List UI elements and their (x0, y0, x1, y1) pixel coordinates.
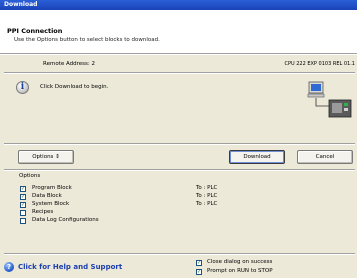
close-dialog-label: Close dialog on success (207, 259, 273, 265)
separator (4, 143, 355, 145)
pc-to-plc-icon (307, 81, 352, 118)
connection-row: Remote Address: 2 CPU 222 EXP 0103 REL 0… (0, 58, 357, 70)
info-message: Click Download to begin. (40, 84, 109, 90)
close-dialog-option[interactable]: ✓ Close dialog on success (196, 259, 356, 267)
help-and-support-link[interactable]: Click for Help and Support (18, 263, 122, 271)
option-label: Recipes (32, 209, 54, 215)
separator (4, 72, 355, 74)
options-section-title: Options (19, 173, 41, 179)
dialog-header: PPI Connection Use the Options button to… (0, 10, 357, 54)
title-bar: Download (0, 0, 357, 10)
option-target: To : PLC (196, 193, 218, 199)
option-label: Data Log Configurations (32, 217, 99, 223)
system-block-checkbox[interactable]: ✓ (20, 202, 26, 208)
option-target: To : PLC (196, 201, 218, 207)
help-icon[interactable]: ? (4, 262, 14, 272)
close-dialog-checkbox[interactable]: ✓ (196, 260, 202, 266)
window-title: Download (4, 1, 38, 8)
separator (4, 169, 355, 171)
separator (4, 253, 355, 255)
prompt-stop-label: Prompt on RUN to STOP (207, 268, 273, 274)
option-label: System Block (32, 201, 70, 207)
prompt-stop-checkbox[interactable]: ✓ (196, 269, 202, 275)
remote-address-label: Remote Address: 2 (43, 61, 95, 67)
cpu-info-label: CPU 222 EXP 0103 REL 01.1 (284, 61, 355, 67)
header-subtitle: Use the Options button to select blocks … (14, 37, 160, 43)
option-target: To : PLC (196, 185, 218, 191)
cancel-button[interactable]: Cancel (297, 150, 353, 164)
data-log-configurations-checkbox[interactable] (20, 218, 26, 224)
download-button[interactable]: Download (229, 150, 285, 164)
options-button[interactable]: Options ⇕ (18, 150, 74, 164)
option-recipes[interactable]: Recipes (20, 209, 220, 217)
prompt-stop-option[interactable]: ✓ Prompt on RUN to STOP (196, 268, 356, 276)
header-title: PPI Connection (7, 27, 63, 35)
option-program-block[interactable]: ✓ Program Block To : PLC (20, 185, 220, 193)
option-data-log-configurations[interactable]: Data Log Configurations (20, 217, 220, 225)
options-button-label: Options (32, 154, 54, 160)
program-block-checkbox[interactable]: ✓ (20, 186, 26, 192)
data-block-checkbox[interactable]: ✓ (20, 194, 26, 200)
info-icon: i (16, 81, 29, 94)
option-system-block[interactable]: ✓ System Block To : PLC (20, 201, 220, 209)
option-label: Program Block (32, 185, 72, 191)
recipes-checkbox[interactable] (20, 210, 26, 216)
option-label: Data Block (32, 193, 62, 199)
toggle-arrows-icon: ⇕ (55, 154, 60, 160)
option-data-block[interactable]: ✓ Data Block To : PLC (20, 193, 220, 201)
options-list: ✓ Program Block To : PLC ✓ Data Block To… (20, 185, 220, 225)
